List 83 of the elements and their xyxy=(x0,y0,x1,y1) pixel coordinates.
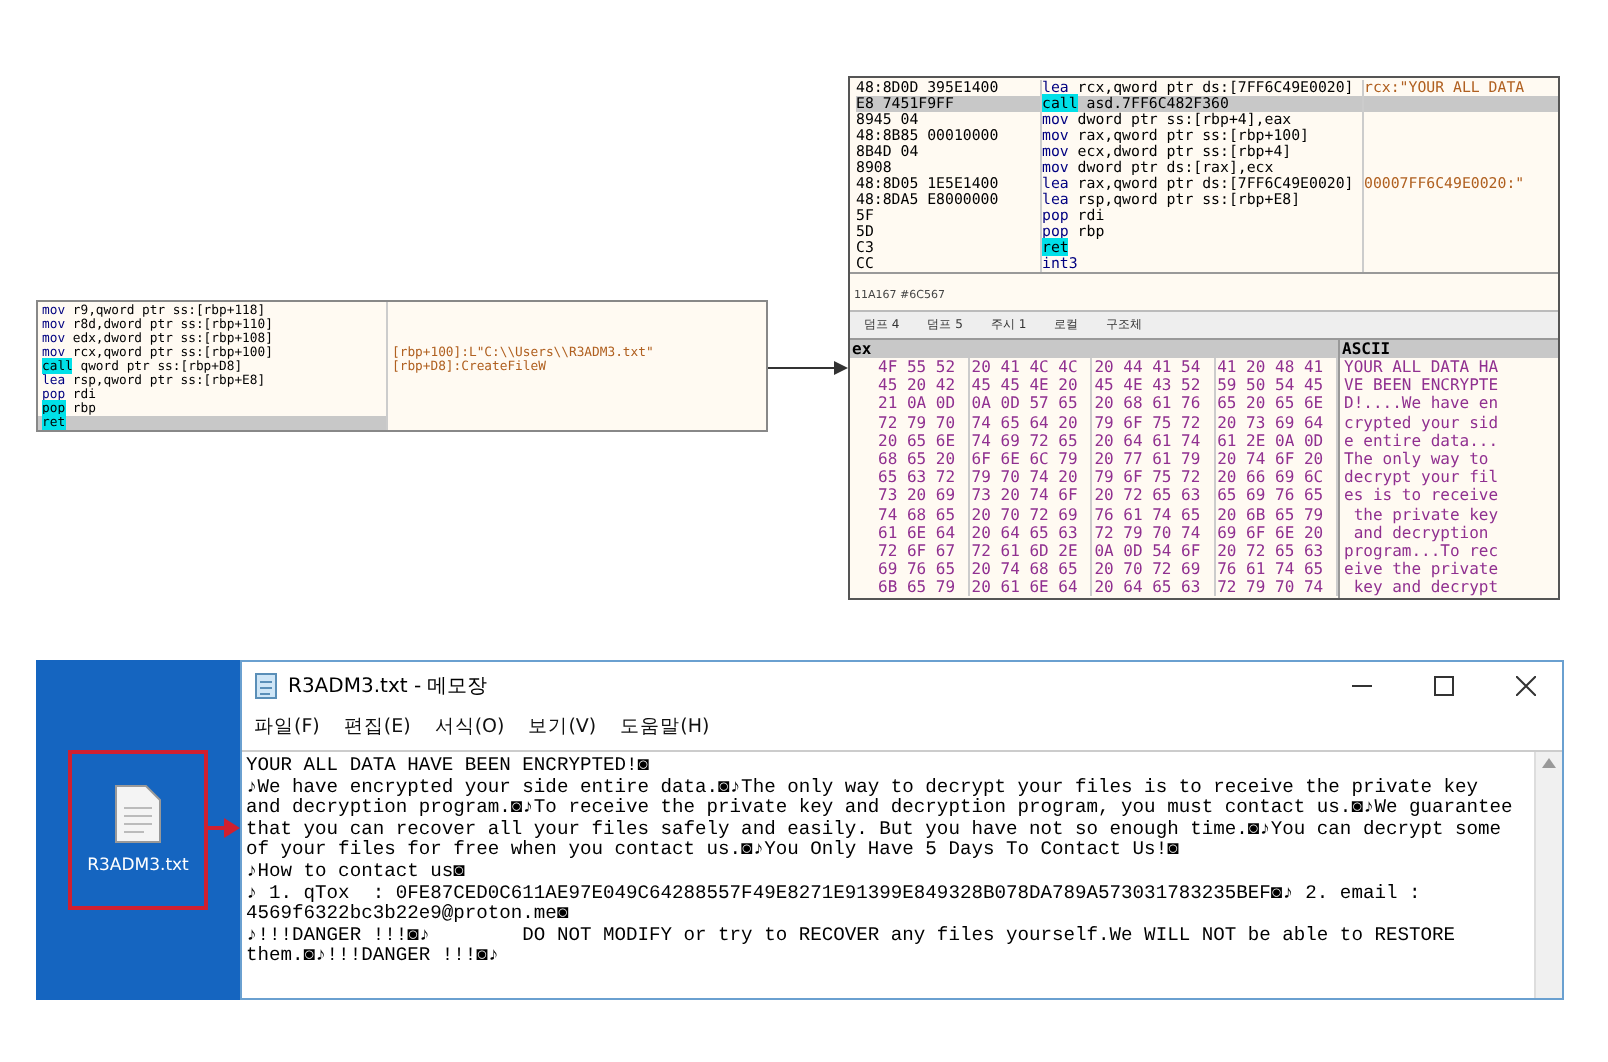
hex-bytes: 20 65 6E xyxy=(850,431,970,450)
ascii-text: e entire data... xyxy=(1342,431,1501,450)
hex-bytes: 72 79 70 74 xyxy=(1092,523,1216,542)
ascii-text: key and decrypt xyxy=(1351,578,1501,597)
hex-bytes: 72 79 70 74 xyxy=(1215,578,1339,597)
ascii-text: es is to receive xyxy=(1342,486,1501,505)
hex-bytes: 20 41 4C 4C xyxy=(969,358,1093,377)
menu-item[interactable]: 도움말(H) xyxy=(620,714,710,740)
window-title: R3ADM3.txt - 메모장 xyxy=(288,674,490,700)
ascii-text: crypted your sid xyxy=(1342,413,1501,432)
scroll-up-icon xyxy=(1542,758,1556,768)
ascii-text: eive the private xyxy=(1342,560,1501,579)
hex-bytes: 79 6F 75 72 xyxy=(1092,468,1216,487)
close-icon xyxy=(1516,676,1536,696)
hex-bytes: 20 6B 65 79 xyxy=(1215,505,1339,524)
hex-bytes: 65 63 72 xyxy=(850,468,970,487)
hex-bytes: 73 20 69 xyxy=(850,486,970,505)
hex-bytes: 20 70 72 69 xyxy=(1092,560,1216,579)
document-icon xyxy=(114,784,162,844)
ascii-text: D!....We have en xyxy=(1342,394,1501,414)
hex-bytes: 6B 65 79 xyxy=(850,578,970,597)
pointer-arrow xyxy=(204,816,240,840)
column-header: ASCII xyxy=(1340,340,1558,358)
notepad-icon xyxy=(254,672,278,700)
hex-bytes: 59 50 54 45 xyxy=(1215,376,1339,395)
connector-arrow xyxy=(768,360,848,376)
hex-bytes: 20 70 72 69 xyxy=(969,505,1093,524)
ascii-text: and decryption xyxy=(1351,523,1489,542)
hex-bytes: 76 61 74 65 xyxy=(1215,560,1339,579)
hex-bytes: 0A 0D 57 65 xyxy=(969,394,1093,414)
hex-bytes: 74 69 72 65 xyxy=(969,431,1093,450)
hex-bytes: 69 6F 6E 20 xyxy=(1215,523,1339,542)
hex-bytes: 79 70 74 20 xyxy=(969,468,1093,487)
file-shortcut[interactable]: R3ADM3.txt xyxy=(68,750,208,910)
maximize-icon xyxy=(1434,676,1454,696)
hex-bytes: 20 68 61 76 xyxy=(1092,394,1216,414)
hex-bytes: 41 20 48 41 xyxy=(1215,358,1339,377)
hex-bytes: 69 76 65 xyxy=(850,560,970,579)
hex-bytes: 45 45 4E 20 xyxy=(969,376,1093,395)
ascii-text: program...To rec xyxy=(1342,541,1501,561)
hex-bytes: 73 20 74 6F xyxy=(969,486,1093,505)
hex-bytes: 20 73 69 64 xyxy=(1215,413,1339,432)
hex-bytes: 20 64 61 74 xyxy=(1092,431,1216,450)
hex-bytes: 20 72 65 63 xyxy=(1092,486,1216,505)
hex-bytes: 45 4E 43 52 xyxy=(1092,376,1216,395)
hex-bytes: 20 66 69 6C xyxy=(1215,468,1339,487)
hex-bytes: 21 0A 0D xyxy=(850,394,970,414)
hex-bytes: 20 64 65 63 xyxy=(969,523,1093,542)
hex-bytes: 72 61 6D 2E xyxy=(969,541,1093,561)
hex-bytes: 74 65 64 20 xyxy=(969,413,1093,432)
hex-bytes: 61 2E 0A 0D xyxy=(1215,431,1339,450)
hex-bytes: 20 61 6E 64 xyxy=(969,578,1093,597)
hex-bytes: 20 77 61 79 xyxy=(1092,449,1216,469)
hex-bytes: 20 74 68 65 xyxy=(969,560,1093,579)
hex-bytes: 68 65 20 xyxy=(850,449,970,469)
document-text[interactable]: YOUR ALL DATA HAVE BEEN ENCRYPTED!◙ ♪We have encrypted your side entire data.◙♪The only way to decrypt your files is to receive the private key and decryption program.◙♪To receive the private key and decryption program, you must contact us.◙♪We guarantee that you can recover all your files safely and easily. But you have not so enough time.◙♪You can decrypt some of your files for free when you contact us.◙♪You Only Have 5 Days To Contact Us!◙ ♪How to contact us◙ ♪ 1. qTox : 0FE87CED0C611AE97E049C64288557F49E8271E91399E849328B078DA789A573031783235BEF◙♪ 2. email : 4569f6322bc3b22e9@proton.me◙ ♪!!!DANGER !!!◙♪ DO NOT MODIFY or try to RECOVER any files yourself.We WILL NOT be able to RESTORE them.◙♪!!!DANGER !!!◙♪ xyxy=(242,752,1534,998)
hex-bytes: 72 79 70 xyxy=(850,413,970,432)
menu-item[interactable]: 서식(O) xyxy=(434,714,505,740)
ascii-text: the private key xyxy=(1351,505,1501,524)
hex-bytes: 79 6F 75 72 xyxy=(1092,413,1216,432)
scrollbar[interactable] xyxy=(1534,752,1562,998)
hex-bytes: 65 69 76 65 xyxy=(1215,486,1339,505)
menu-item[interactable]: 보기(V) xyxy=(528,714,597,740)
hex-bytes: 65 20 65 6E xyxy=(1215,394,1339,414)
ascii-text: YOUR ALL DATA HA xyxy=(1342,358,1501,377)
hex-bytes: 20 74 6F 20 xyxy=(1215,449,1339,469)
menu-item[interactable]: 파일(F) xyxy=(254,714,320,740)
hex-bytes: 20 72 65 63 xyxy=(1215,541,1339,561)
hex-bytes: 20 64 65 63 xyxy=(1092,578,1216,597)
hex-bytes: 0A 0D 54 6F xyxy=(1092,541,1216,561)
column-header: ex xyxy=(850,340,1338,358)
ascii-text: decrypt your fil xyxy=(1342,468,1501,487)
ascii-text: The only way to xyxy=(1342,449,1491,469)
hex-bytes: 61 6E 64 xyxy=(850,523,970,542)
hex-bytes: 20 44 41 54 xyxy=(1092,358,1216,377)
hex-bytes: 6F 6E 6C 79 xyxy=(969,449,1093,469)
menu-item[interactable]: 편집(E) xyxy=(343,714,411,740)
hex-bytes: 4F 55 52 xyxy=(850,358,970,377)
hex-bytes: 74 68 65 xyxy=(850,505,970,524)
hex-bytes: 76 61 74 65 xyxy=(1092,505,1216,524)
hex-bytes: 72 6F 67 xyxy=(850,541,970,561)
hex-bytes: 45 20 42 xyxy=(850,376,970,395)
ascii-text: VE BEEN ENCRYPTE xyxy=(1342,376,1501,395)
